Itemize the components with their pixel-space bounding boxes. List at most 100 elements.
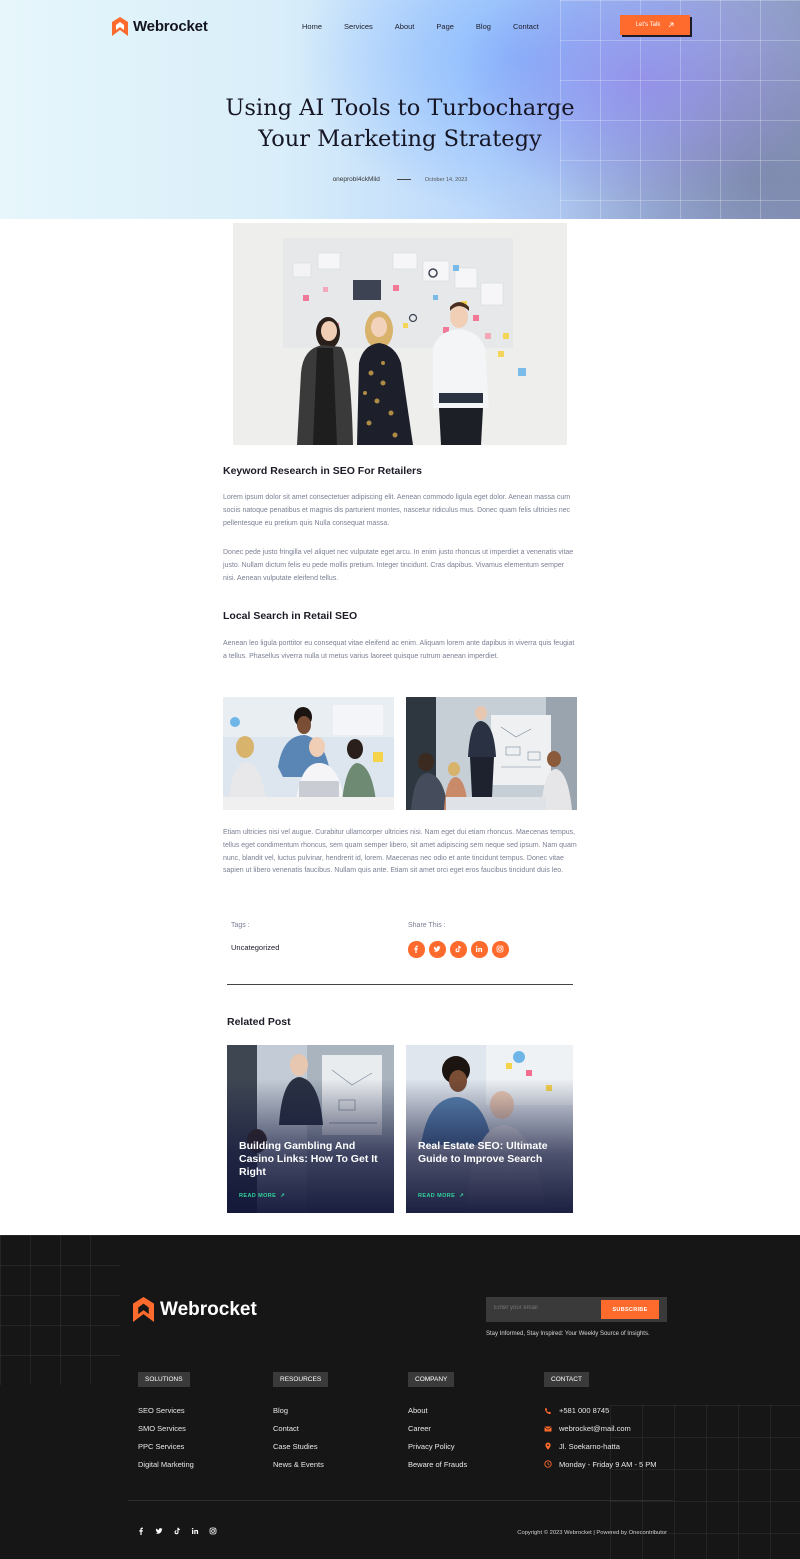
related-posts-title: Related Post: [227, 1016, 291, 1028]
site-logo[interactable]: Webrocket: [112, 16, 208, 36]
share-linkedin-button[interactable]: [471, 941, 488, 958]
post-meta: oneprobl4ckMild October 14, 2023: [0, 176, 800, 183]
section-heading-local-search: Local Search in Retail SEO: [223, 610, 358, 622]
read-more-label: READ MORE: [418, 1193, 456, 1199]
post-title-line-1: Using AI Tools to Turbocharge: [225, 95, 575, 121]
tag-uncategorized[interactable]: Uncategorized: [231, 943, 279, 952]
share-facebook-button[interactable]: [408, 941, 425, 958]
related-post-card[interactable]: Real Estate SEO: Ultimate Guide to Impro…: [406, 1045, 573, 1213]
linkedin-icon: [476, 946, 483, 953]
paragraph-1: Lorem ipsum dolor sit amet consectetuer …: [223, 494, 571, 527]
nav-home[interactable]: Home: [302, 22, 322, 31]
instagram-icon: [496, 945, 504, 953]
top-navigation: Webrocket Home Services About Page Blog …: [112, 14, 690, 38]
post-title: Using AI Tools to Turbocharge Your Marke…: [0, 93, 800, 155]
footer-column-resources: RESOURCES Blog Contact Case Studies News…: [273, 1368, 329, 1473]
arrow-up-right-icon: [669, 22, 674, 28]
paragraph-2: Donec pede justo fringilla vel aliquet n…: [223, 549, 574, 582]
lets-talk-button[interactable]: Let's Talk: [620, 15, 690, 35]
post-date: October 14, 2023: [424, 176, 468, 183]
nav-page[interactable]: Page: [436, 22, 454, 31]
footer-link-contact[interactable]: Contact: [273, 1420, 328, 1438]
footer-link-blog[interactable]: Blog: [273, 1402, 328, 1420]
read-more-link[interactable]: READ MORE ↗: [418, 1193, 464, 1199]
nav-blog[interactable]: Blog: [476, 22, 491, 31]
site-footer: Webrocket SUBSCRIBE Stay Informed, Stay …: [0, 1235, 800, 1559]
content-image-presentation: [406, 697, 577, 810]
footer-link-about[interactable]: About: [408, 1402, 467, 1420]
facebook-icon: [414, 945, 419, 954]
footer-heading-resources: RESOURCES: [273, 1372, 329, 1387]
email-address: webrocket@mail.com: [559, 1424, 631, 1434]
facebook-icon[interactable]: [137, 1527, 145, 1535]
share-instagram-button[interactable]: [492, 941, 509, 958]
footer-logo-text: Webrocket: [160, 1298, 257, 1320]
tags-label: Tags :: [231, 922, 250, 929]
rocket-logo-icon: [112, 16, 128, 36]
related-post-title: Real Estate SEO: Ultimate Guide to Impro…: [418, 1140, 548, 1165]
read-more-label: READ MORE: [239, 1193, 277, 1199]
section-divider: [227, 984, 573, 985]
twitter-icon: [433, 946, 441, 952]
footer-heading-solutions: SOLUTIONS: [138, 1372, 190, 1387]
copyright-text: Copyright © 2023 Webrocket | Powered by …: [517, 1530, 667, 1536]
nav-services[interactable]: Services: [344, 22, 373, 31]
footer-link-career[interactable]: Career: [408, 1420, 467, 1438]
footer-link-news-events[interactable]: News & Events: [273, 1455, 328, 1473]
section-heading-keyword-research: Keyword Research in SEO For Retailers: [223, 465, 422, 477]
clock-icon: [544, 1460, 552, 1468]
card-overlay: [406, 1045, 573, 1213]
hours-text: Monday - Friday 9 AM - 5 PM: [559, 1459, 657, 1469]
footer-link-digital-marketing[interactable]: Digital Marketing: [138, 1455, 194, 1473]
footer-column-company: COMPANY About Career Privacy Policy Bewa…: [408, 1368, 467, 1473]
footer-contact-hours: Monday - Friday 9 AM - 5 PM: [544, 1455, 657, 1473]
footer-link-beware-of-frauds[interactable]: Beware of Frauds: [408, 1455, 467, 1473]
featured-image: [233, 223, 567, 445]
footer-link-ppc-services[interactable]: PPC Services: [138, 1438, 194, 1456]
paragraph-4: Etiam ultricies nisi vel augue. Curabitu…: [223, 829, 577, 875]
newsletter-note: Stay Informed, Stay Inspired: Your Weekl…: [486, 1331, 650, 1337]
address-text: Jl. Soekarno-hatta: [559, 1441, 620, 1451]
footer-divider: [128, 1500, 673, 1501]
footer-link-privacy-policy[interactable]: Privacy Policy: [408, 1438, 467, 1456]
twitter-icon[interactable]: [155, 1527, 163, 1535]
related-post-card[interactable]: Building Gambling And Casino Links: How …: [227, 1045, 394, 1213]
nav-contact[interactable]: Contact: [513, 22, 539, 31]
footer-link-smo-services[interactable]: SMO Services: [138, 1420, 194, 1438]
meta-divider: [396, 179, 411, 180]
footer-grid-pattern: [0, 1235, 120, 1385]
newsletter-form: SUBSCRIBE: [486, 1297, 667, 1322]
footer-heading-company: COMPANY: [408, 1372, 455, 1387]
footer-link-case-studies[interactable]: Case Studies: [273, 1438, 328, 1456]
post-author[interactable]: oneprobl4ckMild: [333, 176, 380, 183]
share-label: Share This :: [408, 922, 446, 929]
footer-logo[interactable]: Webrocket: [133, 1297, 257, 1322]
nav-about[interactable]: About: [395, 22, 415, 31]
footer-column-contact: CONTACT +581 000 8745 webrocket@mail.com…: [544, 1368, 657, 1473]
related-post-title: Building Gambling And Casino Links: How …: [239, 1140, 378, 1178]
subscribe-button[interactable]: SUBSCRIBE: [601, 1300, 659, 1319]
instagram-icon[interactable]: [209, 1527, 217, 1535]
footer-contact-address: Jl. Soekarno-hatta: [544, 1438, 657, 1456]
tiktok-icon[interactable]: [173, 1527, 181, 1535]
share-twitter-button[interactable]: [429, 941, 446, 958]
newsletter-email-input[interactable]: [494, 1305, 594, 1311]
footer-column-solutions: SOLUTIONS SEO Services SMO Services PPC …: [138, 1368, 194, 1473]
location-pin-icon: [544, 1442, 552, 1451]
paragraph-3: Aenean leo ligula porttitor eu consequat…: [223, 640, 575, 660]
hero-banner: Webrocket Home Services About Page Blog …: [0, 0, 800, 219]
rocket-logo-icon: [133, 1297, 154, 1322]
share-tiktok-button[interactable]: [450, 941, 467, 958]
linkedin-icon[interactable]: [191, 1527, 199, 1535]
content-image-team-laptop: [223, 697, 394, 810]
footer-contact-phone[interactable]: +581 000 8745: [544, 1402, 657, 1420]
footer-contact-email[interactable]: webrocket@mail.com: [544, 1420, 657, 1438]
post-title-line-2: Your Marketing Strategy: [258, 126, 542, 152]
lets-talk-label: Let's Talk: [635, 22, 661, 28]
footer-link-seo-services[interactable]: SEO Services: [138, 1402, 194, 1420]
read-more-link[interactable]: READ MORE ↗: [239, 1193, 285, 1199]
tiktok-icon: [455, 946, 462, 953]
main-menu: Home Services About Page Blog Contact: [302, 22, 561, 31]
footer-heading-contact: CONTACT: [544, 1372, 589, 1387]
card-overlay: [227, 1045, 394, 1213]
